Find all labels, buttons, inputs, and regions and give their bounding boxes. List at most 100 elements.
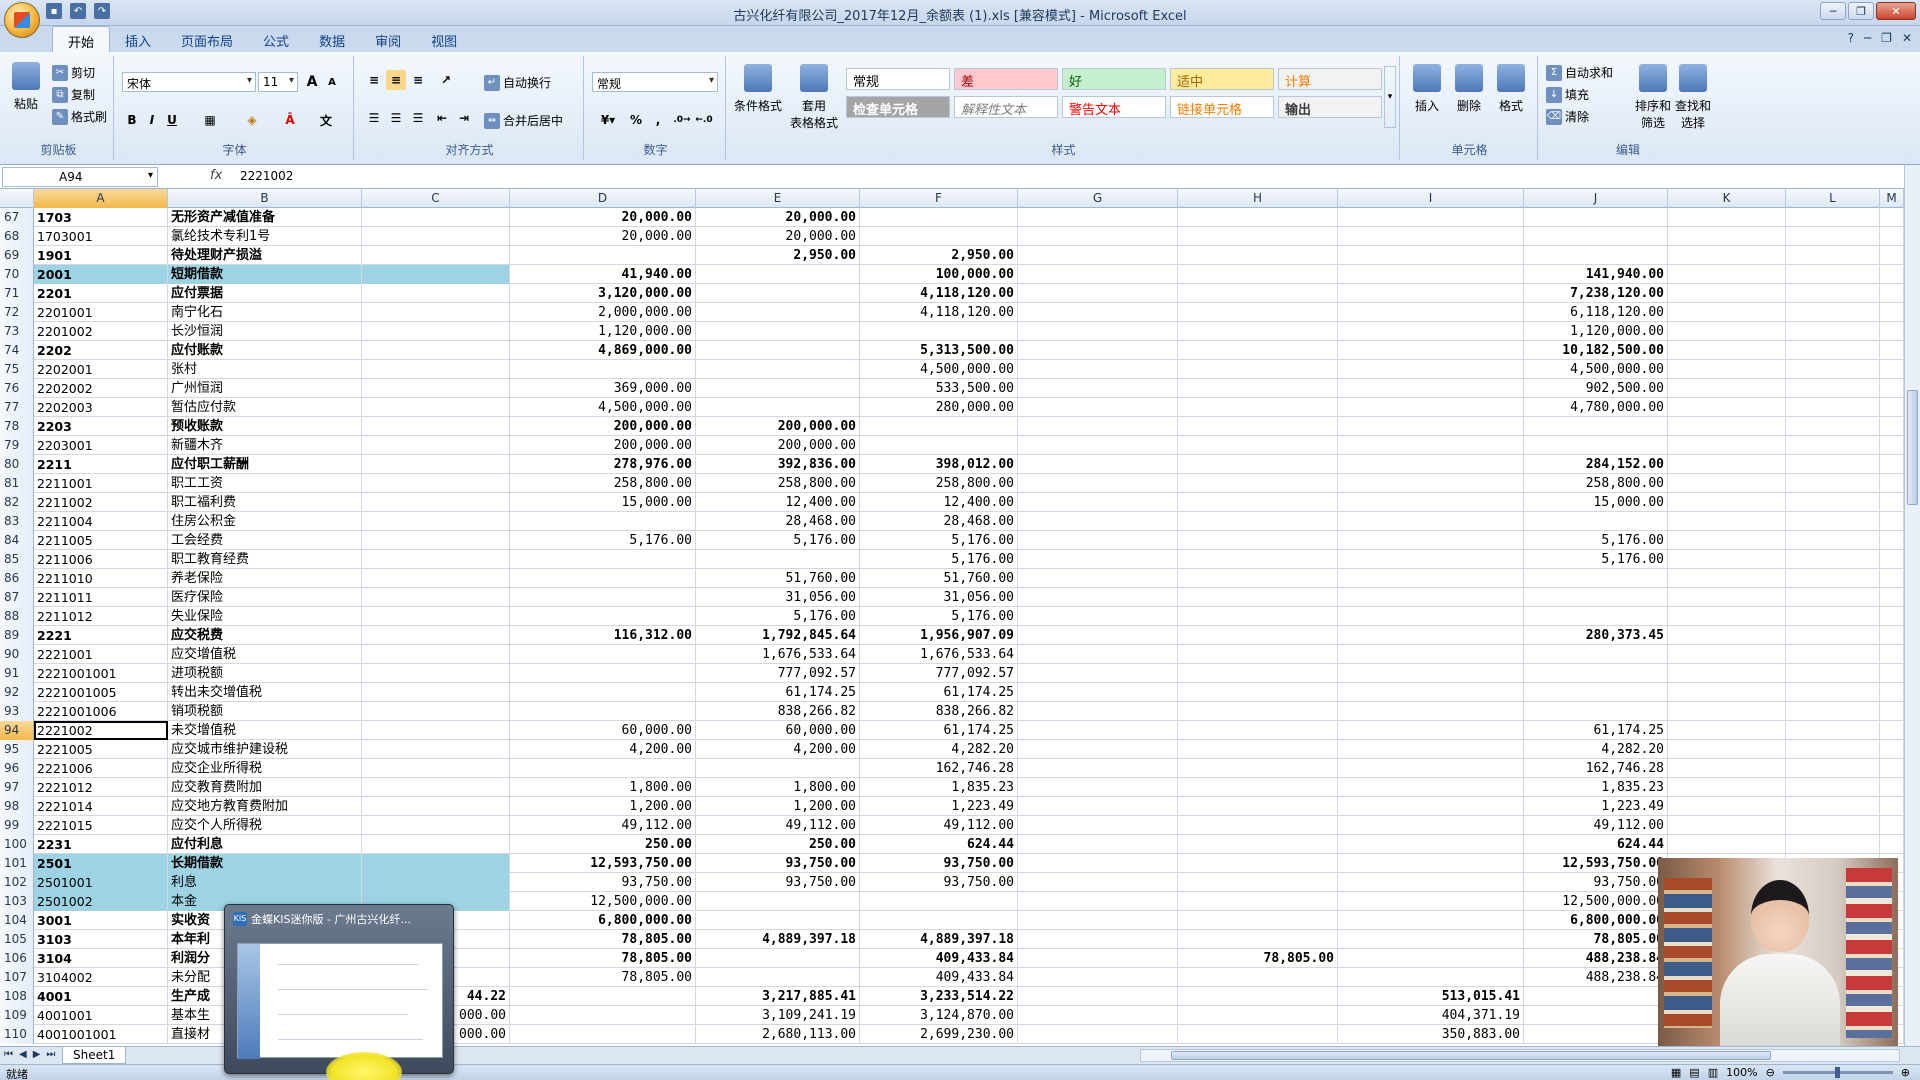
cell-j[interactable]: 93,750.00 — [1524, 873, 1668, 892]
cell-c[interactable] — [362, 588, 510, 607]
style-normal[interactable]: 常规 — [846, 68, 950, 90]
cell-f[interactable]: 1,835.23 — [860, 778, 1018, 797]
cell-b[interactable]: 短期借款 — [168, 265, 362, 284]
cell-f[interactable]: 4,118,120.00 — [860, 284, 1018, 303]
cell-b[interactable]: 住房公积金 — [168, 512, 362, 531]
cell-j[interactable] — [1524, 512, 1668, 531]
cell-e[interactable]: 258,800.00 — [696, 474, 860, 493]
column-header-i[interactable]: I — [1338, 189, 1524, 208]
cell-k[interactable] — [1668, 265, 1786, 284]
cell-d[interactable]: 4,500,000.00 — [510, 398, 696, 417]
cell-b[interactable]: 应交教育费附加 — [168, 778, 362, 797]
cell-d[interactable]: 1,120,000.00 — [510, 322, 696, 341]
cell-h[interactable] — [1178, 911, 1338, 930]
cell-j[interactable] — [1524, 702, 1668, 721]
cell-d[interactable]: 1,800.00 — [510, 778, 696, 797]
cell-l[interactable] — [1786, 816, 1880, 835]
cell-d[interactable] — [510, 987, 696, 1006]
row-header[interactable]: 78 — [0, 417, 34, 436]
sheet-tab-sheet1[interactable]: Sheet1 — [62, 1047, 127, 1064]
cell-l[interactable] — [1786, 664, 1880, 683]
tab-formulas[interactable]: 公式 — [248, 26, 304, 52]
cell-k[interactable] — [1668, 683, 1786, 702]
style-neutral[interactable]: 适中 — [1170, 68, 1274, 90]
cell-k[interactable] — [1668, 702, 1786, 721]
cell-g[interactable] — [1018, 284, 1178, 303]
cell-g[interactable] — [1018, 512, 1178, 531]
cell-i[interactable] — [1338, 778, 1524, 797]
cell-d[interactable]: 12,593,750.00 — [510, 854, 696, 873]
cell-m[interactable] — [1880, 835, 1904, 854]
cell-f[interactable]: 533,500.00 — [860, 379, 1018, 398]
cell-e[interactable] — [696, 892, 860, 911]
cell-d[interactable]: 41,940.00 — [510, 265, 696, 284]
cell-f[interactable]: 61,174.25 — [860, 721, 1018, 740]
cell-h[interactable] — [1178, 531, 1338, 550]
cell-i[interactable] — [1338, 341, 1524, 360]
cell-d[interactable] — [510, 569, 696, 588]
find-select-button[interactable]: 查找和 选择 — [1674, 64, 1712, 131]
styles-more-icon[interactable]: ▾ — [1384, 66, 1396, 128]
cell-c[interactable] — [362, 778, 510, 797]
cell-f[interactable]: 3,124,870.00 — [860, 1006, 1018, 1025]
cell-b[interactable]: 应交个人所得税 — [168, 816, 362, 835]
conditional-format-button[interactable]: 条件格式 — [732, 64, 784, 114]
cell-d[interactable] — [510, 645, 696, 664]
cell-g[interactable] — [1018, 721, 1178, 740]
cell-d[interactable]: 200,000.00 — [510, 436, 696, 455]
cell-l[interactable] — [1786, 379, 1880, 398]
cell-k[interactable] — [1668, 759, 1786, 778]
cell-b[interactable]: 工会经费 — [168, 531, 362, 550]
zoom-slider[interactable] — [1782, 1067, 1893, 1078]
cell-m[interactable] — [1880, 607, 1904, 626]
cell-m[interactable] — [1880, 759, 1904, 778]
cell-d[interactable]: 3,120,000.00 — [510, 284, 696, 303]
cell-f[interactable] — [860, 436, 1018, 455]
vertical-scrollbar[interactable] — [1904, 165, 1920, 1046]
cell-i[interactable] — [1338, 436, 1524, 455]
cell-d[interactable] — [510, 607, 696, 626]
cell-j[interactable]: 15,000.00 — [1524, 493, 1668, 512]
wrap-text-button[interactable]: ↵ 自动换行 — [484, 74, 551, 91]
cell-l[interactable] — [1786, 683, 1880, 702]
cell-m[interactable] — [1880, 398, 1904, 417]
cell-a[interactable]: 2202001 — [34, 360, 168, 379]
column-header-m[interactable]: M — [1880, 189, 1904, 208]
cell-d[interactable]: 93,750.00 — [510, 873, 696, 892]
cell-k[interactable] — [1668, 417, 1786, 436]
cell-k[interactable] — [1668, 379, 1786, 398]
close-button[interactable]: ✕ — [1876, 2, 1916, 20]
cell-h[interactable] — [1178, 892, 1338, 911]
cell-j[interactable]: 488,238.84 — [1524, 968, 1668, 987]
cell-h[interactable] — [1178, 683, 1338, 702]
cell-e[interactable]: 1,800.00 — [696, 778, 860, 797]
cell-e[interactable] — [696, 379, 860, 398]
cell-a[interactable]: 2201001 — [34, 303, 168, 322]
cell-a[interactable]: 2211001 — [34, 474, 168, 493]
cell-k[interactable] — [1668, 588, 1786, 607]
cell-l[interactable] — [1786, 455, 1880, 474]
delete-cells-button[interactable]: 删除 — [1450, 64, 1488, 114]
style-warning[interactable]: 警告文本 — [1062, 96, 1166, 118]
cell-h[interactable] — [1178, 208, 1338, 227]
cell-h[interactable] — [1178, 1006, 1338, 1025]
row-header[interactable]: 71 — [0, 284, 34, 303]
cell-f[interactable]: 1,676,533.64 — [860, 645, 1018, 664]
cell-b[interactable]: 利息 — [168, 873, 362, 892]
cell-d[interactable] — [510, 1006, 696, 1025]
cell-i[interactable] — [1338, 417, 1524, 436]
fill-color-icon[interactable]: ◈ — [242, 110, 262, 130]
cell-f[interactable]: 398,012.00 — [860, 455, 1018, 474]
office-button[interactable] — [4, 2, 40, 38]
cell-g[interactable] — [1018, 626, 1178, 645]
cell-f[interactable]: 5,176.00 — [860, 550, 1018, 569]
cell-g[interactable] — [1018, 892, 1178, 911]
cell-l[interactable] — [1786, 778, 1880, 797]
cell-h[interactable] — [1178, 702, 1338, 721]
cell-d[interactable]: 78,805.00 — [510, 968, 696, 987]
cell-d[interactable]: 1,200.00 — [510, 797, 696, 816]
cell-k[interactable] — [1668, 512, 1786, 531]
cell-l[interactable] — [1786, 531, 1880, 550]
cell-f[interactable]: 93,750.00 — [860, 873, 1018, 892]
cell-i[interactable] — [1338, 835, 1524, 854]
